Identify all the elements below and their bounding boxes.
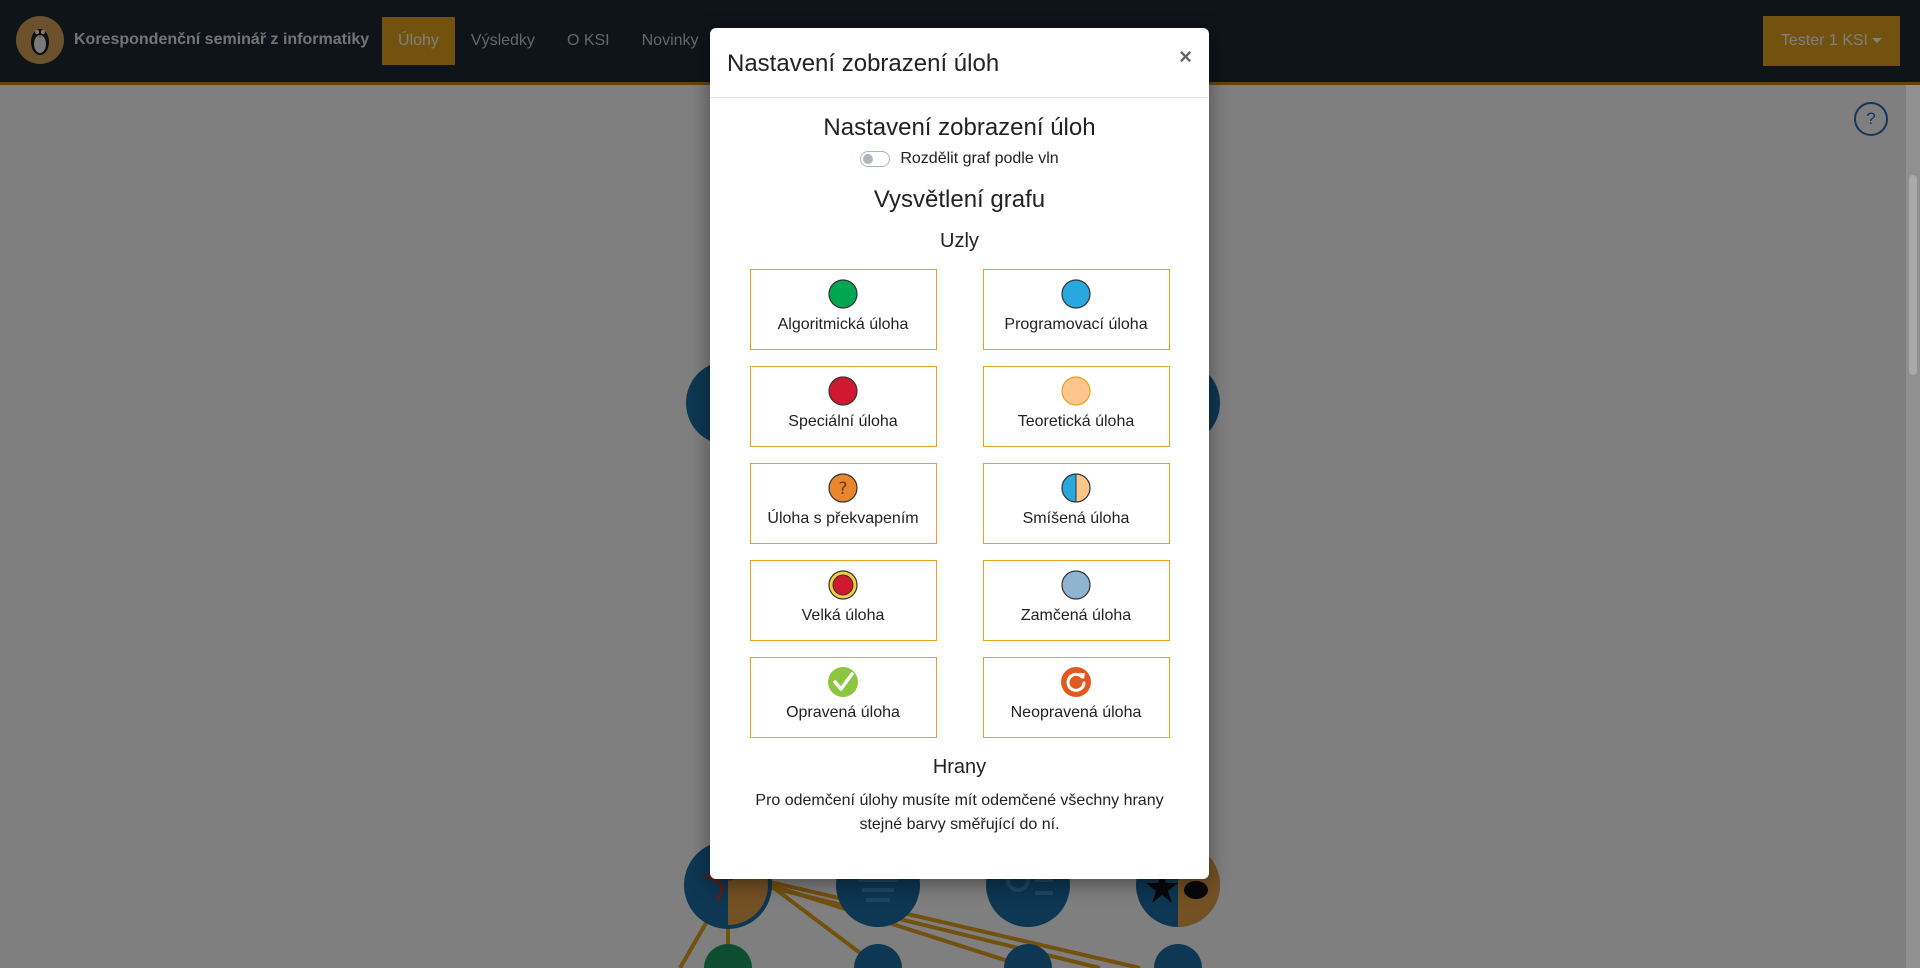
legend-label: Opravená úloha <box>786 704 900 721</box>
legend-item-prekvapeni: ? Úloha s překvapením <box>749 463 937 544</box>
legend-label: Speciální úloha <box>788 413 898 430</box>
legend-label: Programovací úloha <box>1004 316 1148 333</box>
legend-item-neopravena: Neopravená úloha <box>982 657 1170 738</box>
settings-modal: Nastavení zobrazení úloh × Nastavení zob… <box>710 28 1209 879</box>
legend-item-specialni: Speciální úloha <box>749 366 937 447</box>
legend-label: Neopravená úloha <box>1010 704 1142 721</box>
peach-circle-icon <box>1061 376 1091 406</box>
legend-item-velka: Velká úloha <box>749 560 937 641</box>
legend-heading: Vysvětlení grafu <box>873 186 1046 213</box>
checkmark-circle-icon <box>828 667 858 697</box>
big-task-circle-icon <box>828 570 858 600</box>
legend-label: Velká úloha <box>801 607 885 624</box>
wave-split-label[interactable]: Rozdělit graf podle vln <box>900 150 1058 168</box>
switch-knob <box>863 154 874 164</box>
red-circle-icon <box>828 376 858 406</box>
svg-text:?: ? <box>838 479 847 499</box>
nodes-heading: Uzly <box>940 230 979 252</box>
wave-split-toggle-row[interactable]: Rozdělit graf podle vln <box>710 150 1209 168</box>
edges-heading: Hrany <box>932 756 987 778</box>
modal-header: Nastavení zobrazení úloh × <box>710 28 1209 98</box>
legend-item-smisena: Smíšená úloha <box>982 463 1170 544</box>
refresh-circle-icon <box>1061 667 1091 697</box>
node-legend-grid: Algoritmická úloha Programovací úloha Sp… <box>710 269 1209 738</box>
modal-title: Nastavení zobrazení úloh <box>727 50 1000 77</box>
blue-circle-icon <box>1061 279 1091 309</box>
legend-label: Teoretická úloha <box>1017 413 1135 430</box>
scrollbar-thumb[interactable] <box>1909 175 1917 375</box>
edges-description: Pro odemčení úlohy musíte mít odemčené v… <box>755 792 1164 833</box>
question-circle-icon: ? <box>828 473 858 503</box>
legend-item-programovaci: Programovací úloha <box>982 269 1170 350</box>
wave-split-switch[interactable] <box>860 151 891 167</box>
legend-item-algoritmicka: Algoritmická úloha <box>749 269 937 350</box>
legend-item-teoreticka: Teoretická úloha <box>982 366 1170 447</box>
half-circle-icon <box>1061 473 1091 503</box>
page-scrollbar[interactable] <box>1906 85 1920 968</box>
green-circle-icon <box>828 279 858 309</box>
modal-body: Nastavení zobrazení úloh Rozdělit graf p… <box>710 114 1209 837</box>
legend-label: Algoritmická úloha <box>777 316 909 333</box>
legend-item-opravena: Opravená úloha <box>749 657 937 738</box>
legend-label: Smíšená úloha <box>1022 510 1130 527</box>
locked-circle-icon <box>1061 570 1091 600</box>
legend-label: Úloha s překvapením <box>767 510 919 527</box>
settings-heading: Nastavení zobrazení úloh <box>823 114 1096 141</box>
legend-label: Zamčená úloha <box>1020 607 1132 624</box>
close-icon[interactable]: × <box>1179 44 1192 70</box>
legend-item-zamcena: Zamčená úloha <box>982 560 1170 641</box>
